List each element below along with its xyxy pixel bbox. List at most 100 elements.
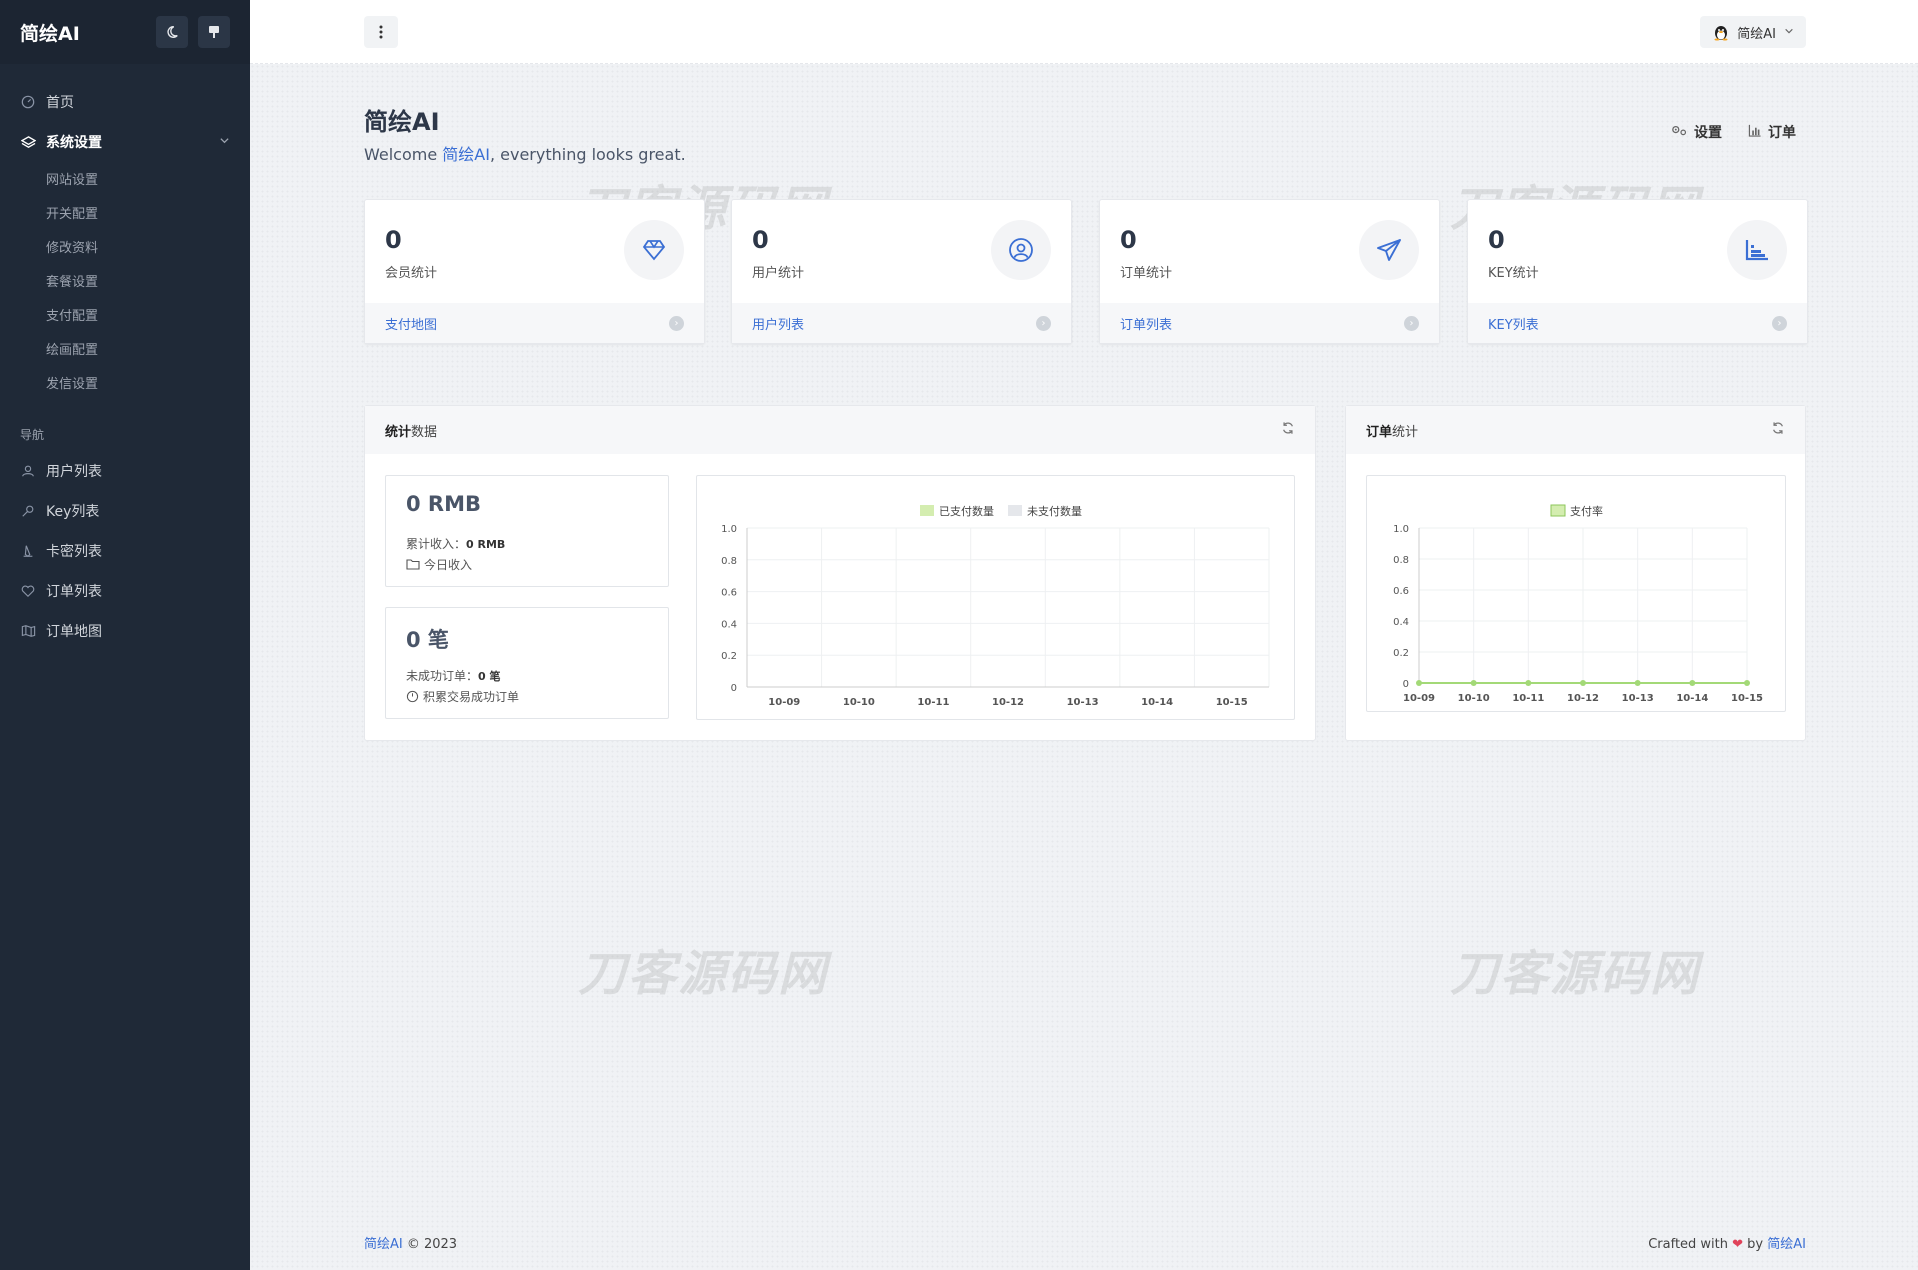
sidebar-item-label: 卡密列表 — [46, 544, 102, 560]
sidebar-item-home[interactable]: 首页 — [0, 82, 250, 122]
orders-total-big: 0 笔 — [406, 628, 449, 652]
bar-chart-icon — [1727, 220, 1787, 280]
payment-rate-chart: 支付率 1.0 0.8 0.6 0.4 0.2 0 10-09 10-10 10-11 10-12 1… — [1393, 504, 1763, 704]
footer-crafted: Crafted with — [1648, 1237, 1733, 1252]
stat-label: KEY统计 — [1488, 266, 1539, 281]
orders-failed-value: 0 笔 — [478, 670, 501, 683]
panel-title-bold: 统计 — [385, 424, 412, 440]
footer-right: Crafted with ❤ by 简绘AI — [1648, 1233, 1806, 1252]
settings-link-label: 设置 — [1694, 125, 1722, 141]
stat-card-footer[interactable]: 用户列表 › — [732, 303, 1071, 343]
legend-label: 支付率 — [1570, 504, 1603, 518]
legend-swatch — [920, 505, 934, 516]
revenue-today-line: 今日收入 — [406, 556, 472, 573]
diamond-icon — [624, 220, 684, 280]
stat-card-orders: 0 订单统计 订单列表 › — [1099, 199, 1440, 344]
orders-success-line: 积累交易成功订单 — [406, 688, 519, 705]
avatar — [1712, 23, 1730, 41]
x-tick-label: 10-15 — [1731, 693, 1763, 704]
stat-card-link[interactable]: KEY列表 — [1488, 314, 1539, 333]
sidebar-subitem-site-settings[interactable]: 网站设置 — [0, 164, 250, 198]
sidebar-header: 简绘AI — [0, 0, 250, 64]
user-menu-button[interactable]: 简绘AI — [1700, 16, 1806, 48]
x-tick-label: 10-12 — [1567, 693, 1599, 704]
key-icon — [20, 503, 36, 519]
x-tick-label: 10-11 — [917, 697, 949, 708]
welcome-text: Welcome 简绘AI, everything looks great. — [364, 141, 686, 165]
brand-logo[interactable]: 简绘AI — [20, 19, 146, 46]
sidebar-subitem-drawing-config[interactable]: 绘画配置 — [0, 334, 250, 368]
sidebar-subitem-switch-config[interactable]: 开关配置 — [0, 198, 250, 232]
arrow-right-icon[interactable]: › — [1772, 315, 1787, 331]
top-header: 简绘AI — [250, 0, 1918, 64]
sidebar-item-order-map[interactable]: 订单地图 — [0, 611, 250, 651]
orders-panel: 订单 统计 支付率 1.0 0.8 0.6 0.4 0.2 0 10-09 10-10 10-11 1… — [1345, 405, 1806, 741]
orders-failed-label: 未成功订单： — [406, 669, 479, 683]
stat-card-footer[interactable]: KEY列表 › — [1468, 303, 1807, 343]
x-tick-label: 10-09 — [768, 697, 800, 708]
orders-failed-line: 未成功订单：0 笔 — [406, 667, 501, 684]
panel-title-bold: 订单 — [1366, 424, 1393, 440]
stat-card-link[interactable]: 订单列表 — [1120, 314, 1172, 333]
user-name: 简绘AI — [1737, 26, 1776, 42]
chevron-down-icon — [219, 134, 230, 150]
sidebar-subitem-mail-settings[interactable]: 发信设置 — [0, 368, 250, 402]
payment-chart-box: 已支付数量 未支付数量 1.0 0.8 0.6 0.4 0.2 0 10-09 10-10 10-1… — [696, 475, 1295, 720]
y-tick-label: 0.6 — [721, 588, 737, 599]
revenue-total-value: 0 RMB — [466, 538, 506, 551]
refresh-icon[interactable] — [1771, 421, 1785, 439]
arrow-right-icon[interactable]: › — [669, 315, 684, 331]
data-point — [1634, 680, 1641, 686]
sidebar-subitem-edit-profile[interactable]: 修改资料 — [0, 232, 250, 266]
panel-title-rest: 数据 — [411, 424, 438, 440]
revenue-summary: 0 RMB 累计收入：0 RMB 今日收入 — [385, 475, 669, 587]
y-tick-label: 0.2 — [1393, 648, 1409, 659]
chart-icon — [1748, 124, 1762, 141]
stat-card-link[interactable]: 支付地图 — [385, 314, 437, 333]
sidebar-item-order-list[interactable]: 订单列表 — [0, 571, 250, 611]
arrow-right-icon[interactable]: › — [1404, 315, 1419, 331]
settings-link[interactable]: 设置 — [1671, 122, 1722, 142]
footer-brand-link[interactable]: 简绘AI — [364, 1237, 403, 1252]
refresh-icon[interactable] — [1281, 421, 1295, 439]
data-point — [1580, 680, 1586, 686]
y-tick-label: 0.6 — [1393, 586, 1409, 597]
arrow-right-icon[interactable]: › — [1036, 315, 1051, 331]
quick-actions: 设置 订单 — [1671, 122, 1796, 142]
sidebar-item-key-list[interactable]: Key列表 — [0, 491, 250, 531]
pin-icon[interactable] — [198, 16, 230, 48]
stat-card-users: 0 用户统计 用户列表 › — [731, 199, 1072, 344]
moon-icon[interactable] — [156, 16, 188, 48]
y-tick-label: 0 — [1403, 679, 1409, 690]
stat-value: 0 — [1120, 226, 1137, 254]
stat-card-keys: 0 KEY统计 KEY列表 › — [1467, 199, 1808, 344]
sidebar-item-user-list[interactable]: 用户列表 — [0, 451, 250, 491]
sidebar-nav-heading: 导航 — [20, 428, 45, 442]
y-tick-label: 1.0 — [1393, 524, 1409, 535]
x-tick-label: 10-12 — [992, 697, 1024, 708]
map-icon — [20, 623, 36, 639]
y-tick-label: 0.4 — [1393, 617, 1409, 628]
data-point — [1689, 680, 1696, 686]
panel-header: 订单 统计 — [1346, 406, 1805, 454]
sidebar-subitem-payment-config[interactable]: 支付配置 — [0, 300, 250, 334]
y-tick-label: 0.8 — [1393, 555, 1409, 566]
revenue-total-label: 累计收入： — [406, 537, 467, 551]
orders-link-label: 订单 — [1768, 125, 1796, 141]
sidebar-item-card-list[interactable]: 卡密列表 — [0, 531, 250, 571]
heart-icon — [20, 583, 36, 599]
more-vertical-icon[interactable] — [364, 16, 398, 48]
orders-link[interactable]: 订单 — [1748, 122, 1796, 142]
sidebar-subitem-plan-settings[interactable]: 套餐设置 — [0, 266, 250, 300]
legend-label: 未支付数量 — [1027, 505, 1082, 518]
stat-card-link[interactable]: 用户列表 — [752, 314, 804, 333]
y-tick-label: 0.4 — [721, 619, 737, 630]
y-tick-label: 0.8 — [721, 556, 737, 567]
folder-icon — [406, 559, 420, 570]
sidebar-item-system-settings[interactable]: 系统设置 — [0, 122, 250, 162]
legend-label: 已支付数量 — [939, 505, 994, 518]
footer-author-link[interactable]: 简绘AI — [1767, 1237, 1806, 1252]
stat-card-footer[interactable]: 支付地图 › — [365, 303, 704, 343]
stat-card-footer[interactable]: 订单列表 › — [1100, 303, 1439, 343]
sidebar-submenu: 网站设置 开关配置 修改资料 套餐设置 支付配置 绘画配置 发信设置 — [0, 162, 250, 408]
